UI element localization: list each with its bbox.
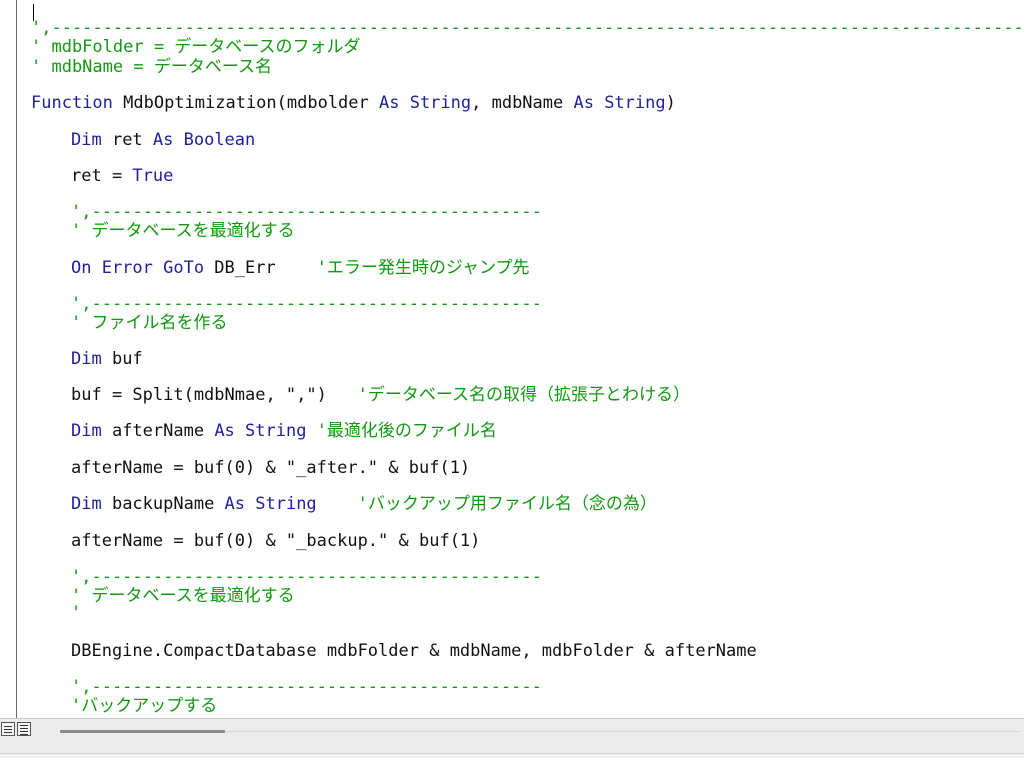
code-token: afterName xyxy=(101,421,215,441)
keyword-token: Dim xyxy=(71,494,102,514)
comment-token: 'バックアップする xyxy=(71,696,218,716)
comment-token: ' xyxy=(71,603,82,623)
horizontal-scrollbar-thumb[interactable] xyxy=(60,730,225,733)
comment-token: 'データベース名の取得（拡張子とわける） xyxy=(357,385,690,405)
keyword-token: As Boolean xyxy=(152,130,256,150)
code-line[interactable]: ' データベースを最適化する xyxy=(71,586,295,606)
full-module-view-icon[interactable] xyxy=(17,722,31,736)
code-line[interactable]: afterName = buf(0) & "_backup." & buf(1) xyxy=(71,531,480,551)
code-line[interactable]: ' mdbFolder = データベースのフォルダ xyxy=(31,37,360,57)
code-token: buf xyxy=(101,349,143,369)
code-token: , mdbName xyxy=(471,93,574,113)
code-token: DB_Err xyxy=(204,258,317,278)
comment-token: ',--------------------------------------… xyxy=(71,294,542,314)
comment-token: ',--------------------------------------… xyxy=(31,18,1024,38)
keyword-token: Dim xyxy=(71,421,102,441)
code-line[interactable]: ret = True xyxy=(71,166,173,186)
code-token: DBEngine.CompactDatabase mdbFolder & mdb… xyxy=(71,641,757,661)
comment-token: ',--------------------------------------… xyxy=(71,567,542,587)
code-line[interactable]: 'バックアップする xyxy=(71,696,217,716)
code-token: backupName xyxy=(101,494,225,514)
code-line[interactable]: Dim buf xyxy=(71,349,143,369)
code-line[interactable]: ',--------------------------------------… xyxy=(71,567,542,587)
keyword-token: Function xyxy=(31,93,113,113)
comment-token: ' mdbFolder = データベースのフォルダ xyxy=(31,37,361,57)
code-token: afterName = buf(0) & "_backup." & buf(1) xyxy=(71,531,481,551)
code-token: buf = Split(mdbNmae, ",") xyxy=(71,385,358,405)
code-line[interactable]: ' mdbName = データベース名 xyxy=(31,57,272,77)
comment-token: ',--------------------------------------… xyxy=(71,202,542,222)
keyword-token: As String xyxy=(379,93,472,113)
comment-token: 'エラー発生時のジャンプ先 xyxy=(316,258,530,278)
code-token: ) xyxy=(665,93,676,113)
keyword-token: As String xyxy=(224,494,317,514)
code-line[interactable]: ',--------------------------------------… xyxy=(71,202,542,222)
code-token: ret = xyxy=(71,166,133,186)
comment-token: 'バックアップ用ファイル名（念の為） xyxy=(357,494,657,514)
code-line[interactable]: ' xyxy=(71,603,81,623)
keyword-token: True xyxy=(132,166,174,186)
code-token: MdbOptimization(mdbolder xyxy=(112,93,379,113)
code-line[interactable]: DBEngine.CompactDatabase mdbFolder & mdb… xyxy=(71,641,757,661)
code-line[interactable]: ' データベースを最適化する xyxy=(71,221,295,241)
code-line[interactable]: ',--------------------------------------… xyxy=(31,18,1024,38)
comment-token: ' データベースを最適化する xyxy=(71,221,295,241)
text-caret xyxy=(33,4,34,21)
code-line[interactable]: On Error GoTo DB_Err 'エラー発生時のジャンプ先 xyxy=(71,258,530,278)
comment-token: '最適化後のファイル名 xyxy=(316,421,497,441)
comment-token: ' mdbName = データベース名 xyxy=(31,57,272,77)
code-area[interactable]: ',--------------------------------------… xyxy=(0,0,1024,718)
procedure-view-icon[interactable] xyxy=(1,722,15,736)
comment-token: ',--------------------------------------… xyxy=(71,677,542,697)
code-line[interactable]: Dim afterName As String '最適化後のファイル名 xyxy=(71,421,497,441)
code-token: ret xyxy=(101,130,153,150)
window-bottom-edge xyxy=(0,753,1024,758)
code-line[interactable]: Dim ret As Boolean xyxy=(71,130,255,150)
code-line[interactable]: ',--------------------------------------… xyxy=(71,294,542,314)
code-line[interactable]: Dim backupName As String 'バックアップ用ファイル名（念… xyxy=(71,494,657,514)
code-line[interactable]: Function MdbOptimization(mdbolder As Str… xyxy=(31,93,676,113)
keyword-token: As String xyxy=(573,93,666,113)
code-line[interactable]: buf = Split(mdbNmae, ",") 'データベース名の取得（拡張… xyxy=(71,385,690,405)
code-editor[interactable]: ',--------------------------------------… xyxy=(0,0,1024,718)
keyword-token: On Error GoTo xyxy=(71,258,205,278)
editor-bottom-bar xyxy=(0,718,1024,758)
code-token: afterName = buf(0) & "_after." & buf(1) xyxy=(71,458,471,478)
comment-token: ' データベースを最適化する xyxy=(71,586,295,606)
code-line[interactable]: ' ファイル名を作る xyxy=(71,313,227,333)
comment-token: ' ファイル名を作る xyxy=(71,313,228,333)
code-line[interactable]: afterName = buf(0) & "_after." & buf(1) xyxy=(71,458,470,478)
keyword-token: Dim xyxy=(71,349,102,369)
keyword-token: As String xyxy=(214,421,307,441)
keyword-token: Dim xyxy=(71,130,102,150)
code-line[interactable]: ',--------------------------------------… xyxy=(71,677,542,697)
